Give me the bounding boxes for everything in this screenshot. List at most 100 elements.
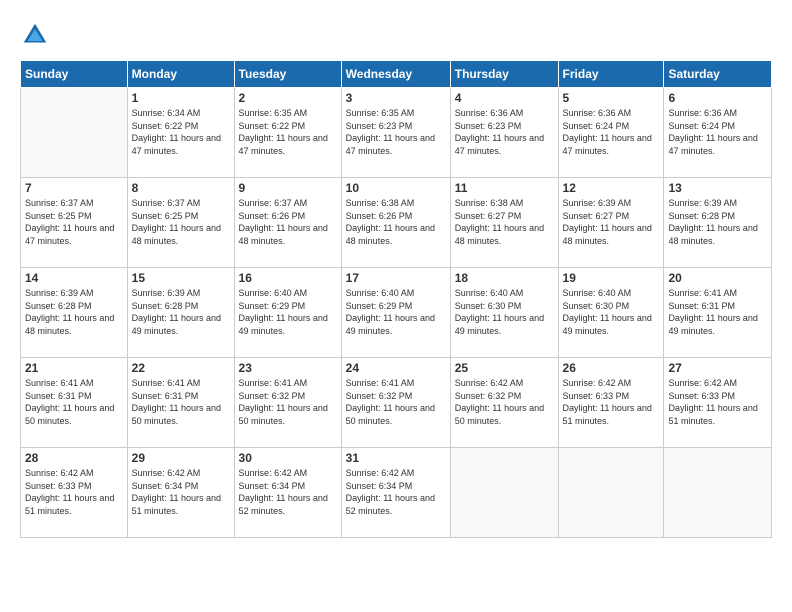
- day-info: Sunrise: 6:37 AMSunset: 6:25 PMDaylight:…: [132, 197, 230, 247]
- day-number: 3: [346, 91, 446, 105]
- day-info: Sunrise: 6:39 AMSunset: 6:28 PMDaylight:…: [132, 287, 230, 337]
- calendar-week-row: 28 Sunrise: 6:42 AMSunset: 6:33 PMDayligh…: [21, 448, 772, 538]
- day-info: Sunrise: 6:37 AMSunset: 6:25 PMDaylight:…: [25, 197, 123, 247]
- day-info: Sunrise: 6:40 AMSunset: 6:30 PMDaylight:…: [563, 287, 660, 337]
- calendar-header-day: Wednesday: [341, 61, 450, 88]
- calendar-header-day: Friday: [558, 61, 664, 88]
- day-info: Sunrise: 6:42 AMSunset: 6:33 PMDaylight:…: [25, 467, 123, 517]
- calendar-day-cell: [450, 448, 558, 538]
- day-info: Sunrise: 6:41 AMSunset: 6:31 PMDaylight:…: [668, 287, 767, 337]
- calendar-day-cell: 20 Sunrise: 6:41 AMSunset: 6:31 PMDayligh…: [664, 268, 772, 358]
- calendar-week-row: 21 Sunrise: 6:41 AMSunset: 6:31 PMDayligh…: [21, 358, 772, 448]
- day-number: 8: [132, 181, 230, 195]
- day-number: 12: [563, 181, 660, 195]
- calendar-week-row: 7 Sunrise: 6:37 AMSunset: 6:25 PMDaylight…: [21, 178, 772, 268]
- calendar-week-row: 14 Sunrise: 6:39 AMSunset: 6:28 PMDayligh…: [21, 268, 772, 358]
- day-info: Sunrise: 6:42 AMSunset: 6:34 PMDaylight:…: [346, 467, 446, 517]
- calendar-day-cell: [664, 448, 772, 538]
- calendar-day-cell: 17Sunrise: 6:40 AMSunset: 6:29 PMDayligh…: [341, 268, 450, 358]
- day-info: Sunrise: 6:36 AMSunset: 6:24 PMDaylight:…: [563, 107, 660, 157]
- logo-icon: [20, 20, 50, 50]
- calendar-week-row: 1 Sunrise: 6:34 AMSunset: 6:22 PMDaylight…: [21, 88, 772, 178]
- day-info: Sunrise: 6:40 AMSunset: 6:29 PMDaylight:…: [346, 287, 446, 337]
- calendar-day-cell: 21 Sunrise: 6:41 AMSunset: 6:31 PMDayligh…: [21, 358, 128, 448]
- calendar-header-day: Tuesday: [234, 61, 341, 88]
- calendar-day-cell: 25 Sunrise: 6:42 AMSunset: 6:32 PMDayligh…: [450, 358, 558, 448]
- calendar-day-cell: 31 Sunrise: 6:42 AMSunset: 6:34 PMDayligh…: [341, 448, 450, 538]
- day-number: 10: [346, 181, 446, 195]
- day-info: Sunrise: 6:38 AMSunset: 6:27 PMDaylight:…: [455, 197, 554, 247]
- calendar-day-cell: 2 Sunrise: 6:35 AMSunset: 6:22 PMDaylight…: [234, 88, 341, 178]
- day-info: Sunrise: 6:37 AMSunset: 6:26 PMDaylight:…: [239, 197, 337, 247]
- day-number: 26: [563, 361, 660, 375]
- calendar-day-cell: 26 Sunrise: 6:42 AMSunset: 6:33 PMDayligh…: [558, 358, 664, 448]
- calendar-day-cell: 12 Sunrise: 6:39 AMSunset: 6:27 PMDayligh…: [558, 178, 664, 268]
- calendar-day-cell: 3 Sunrise: 6:35 AMSunset: 6:23 PMDaylight…: [341, 88, 450, 178]
- calendar-day-cell: 9 Sunrise: 6:37 AMSunset: 6:26 PMDaylight…: [234, 178, 341, 268]
- day-number: 16: [239, 271, 337, 285]
- day-number: 28: [25, 451, 123, 465]
- calendar-day-cell: 6Sunrise: 6:36 AMSunset: 6:24 PMDaylight…: [664, 88, 772, 178]
- calendar-day-cell: [21, 88, 128, 178]
- calendar-day-cell: 24Sunrise: 6:41 AMSunset: 6:32 PMDayligh…: [341, 358, 450, 448]
- day-number: 25: [455, 361, 554, 375]
- calendar-day-cell: 27Sunrise: 6:42 AMSunset: 6:33 PMDayligh…: [664, 358, 772, 448]
- day-info: Sunrise: 6:42 AMSunset: 6:33 PMDaylight:…: [563, 377, 660, 427]
- day-info: Sunrise: 6:41 AMSunset: 6:32 PMDaylight:…: [239, 377, 337, 427]
- header: [20, 20, 772, 50]
- day-number: 2: [239, 91, 337, 105]
- day-info: Sunrise: 6:39 AMSunset: 6:27 PMDaylight:…: [563, 197, 660, 247]
- day-number: 23: [239, 361, 337, 375]
- page: SundayMondayTuesdayWednesdayThursdayFrid…: [0, 0, 792, 612]
- day-info: Sunrise: 6:40 AMSunset: 6:30 PMDaylight:…: [455, 287, 554, 337]
- logo: [20, 20, 54, 50]
- day-number: 6: [668, 91, 767, 105]
- calendar-header-row: SundayMondayTuesdayWednesdayThursdayFrid…: [21, 61, 772, 88]
- day-info: Sunrise: 6:35 AMSunset: 6:22 PMDaylight:…: [239, 107, 337, 157]
- day-number: 19: [563, 271, 660, 285]
- day-number: 14: [25, 271, 123, 285]
- day-info: Sunrise: 6:35 AMSunset: 6:23 PMDaylight:…: [346, 107, 446, 157]
- day-number: 29: [132, 451, 230, 465]
- day-number: 20: [668, 271, 767, 285]
- calendar-day-cell: 19 Sunrise: 6:40 AMSunset: 6:30 PMDayligh…: [558, 268, 664, 358]
- day-number: 24: [346, 361, 446, 375]
- calendar-day-cell: 28 Sunrise: 6:42 AMSunset: 6:33 PMDayligh…: [21, 448, 128, 538]
- calendar-day-cell: 13 Sunrise: 6:39 AMSunset: 6:28 PMDayligh…: [664, 178, 772, 268]
- day-number: 18: [455, 271, 554, 285]
- day-info: Sunrise: 6:34 AMSunset: 6:22 PMDaylight:…: [132, 107, 230, 157]
- day-number: 7: [25, 181, 123, 195]
- calendar-day-cell: 14Sunrise: 6:39 AMSunset: 6:28 PMDayligh…: [21, 268, 128, 358]
- day-info: Sunrise: 6:41 AMSunset: 6:31 PMDaylight:…: [25, 377, 123, 427]
- day-info: Sunrise: 6:40 AMSunset: 6:29 PMDaylight:…: [239, 287, 337, 337]
- day-info: Sunrise: 6:38 AMSunset: 6:26 PMDaylight:…: [346, 197, 446, 247]
- day-number: 31: [346, 451, 446, 465]
- calendar-day-cell: 15 Sunrise: 6:39 AMSunset: 6:28 PMDayligh…: [127, 268, 234, 358]
- calendar-day-cell: 7 Sunrise: 6:37 AMSunset: 6:25 PMDaylight…: [21, 178, 128, 268]
- calendar-day-cell: 11 Sunrise: 6:38 AMSunset: 6:27 PMDayligh…: [450, 178, 558, 268]
- day-number: 5: [563, 91, 660, 105]
- day-number: 15: [132, 271, 230, 285]
- day-number: 30: [239, 451, 337, 465]
- day-number: 21: [25, 361, 123, 375]
- day-number: 9: [239, 181, 337, 195]
- day-number: 1: [132, 91, 230, 105]
- calendar-day-cell: 29Sunrise: 6:42 AMSunset: 6:34 PMDayligh…: [127, 448, 234, 538]
- calendar-header-day: Monday: [127, 61, 234, 88]
- calendar-day-cell: 16 Sunrise: 6:40 AMSunset: 6:29 PMDayligh…: [234, 268, 341, 358]
- calendar-day-cell: 4 Sunrise: 6:36 AMSunset: 6:23 PMDaylight…: [450, 88, 558, 178]
- day-number: 11: [455, 181, 554, 195]
- day-number: 13: [668, 181, 767, 195]
- calendar-day-cell: 10 Sunrise: 6:38 AMSunset: 6:26 PMDayligh…: [341, 178, 450, 268]
- day-info: Sunrise: 6:36 AMSunset: 6:23 PMDaylight:…: [455, 107, 554, 157]
- day-number: 22: [132, 361, 230, 375]
- day-number: 4: [455, 91, 554, 105]
- day-info: Sunrise: 6:42 AMSunset: 6:32 PMDaylight:…: [455, 377, 554, 427]
- calendar-header-day: Saturday: [664, 61, 772, 88]
- day-info: Sunrise: 6:39 AMSunset: 6:28 PMDaylight:…: [668, 197, 767, 247]
- calendar-day-cell: 8 Sunrise: 6:37 AMSunset: 6:25 PMDaylight…: [127, 178, 234, 268]
- calendar-day-cell: 22Sunrise: 6:41 AMSunset: 6:31 PMDayligh…: [127, 358, 234, 448]
- calendar-day-cell: 1 Sunrise: 6:34 AMSunset: 6:22 PMDaylight…: [127, 88, 234, 178]
- calendar-day-cell: 5 Sunrise: 6:36 AMSunset: 6:24 PMDaylight…: [558, 88, 664, 178]
- calendar-day-cell: 23 Sunrise: 6:41 AMSunset: 6:32 PMDayligh…: [234, 358, 341, 448]
